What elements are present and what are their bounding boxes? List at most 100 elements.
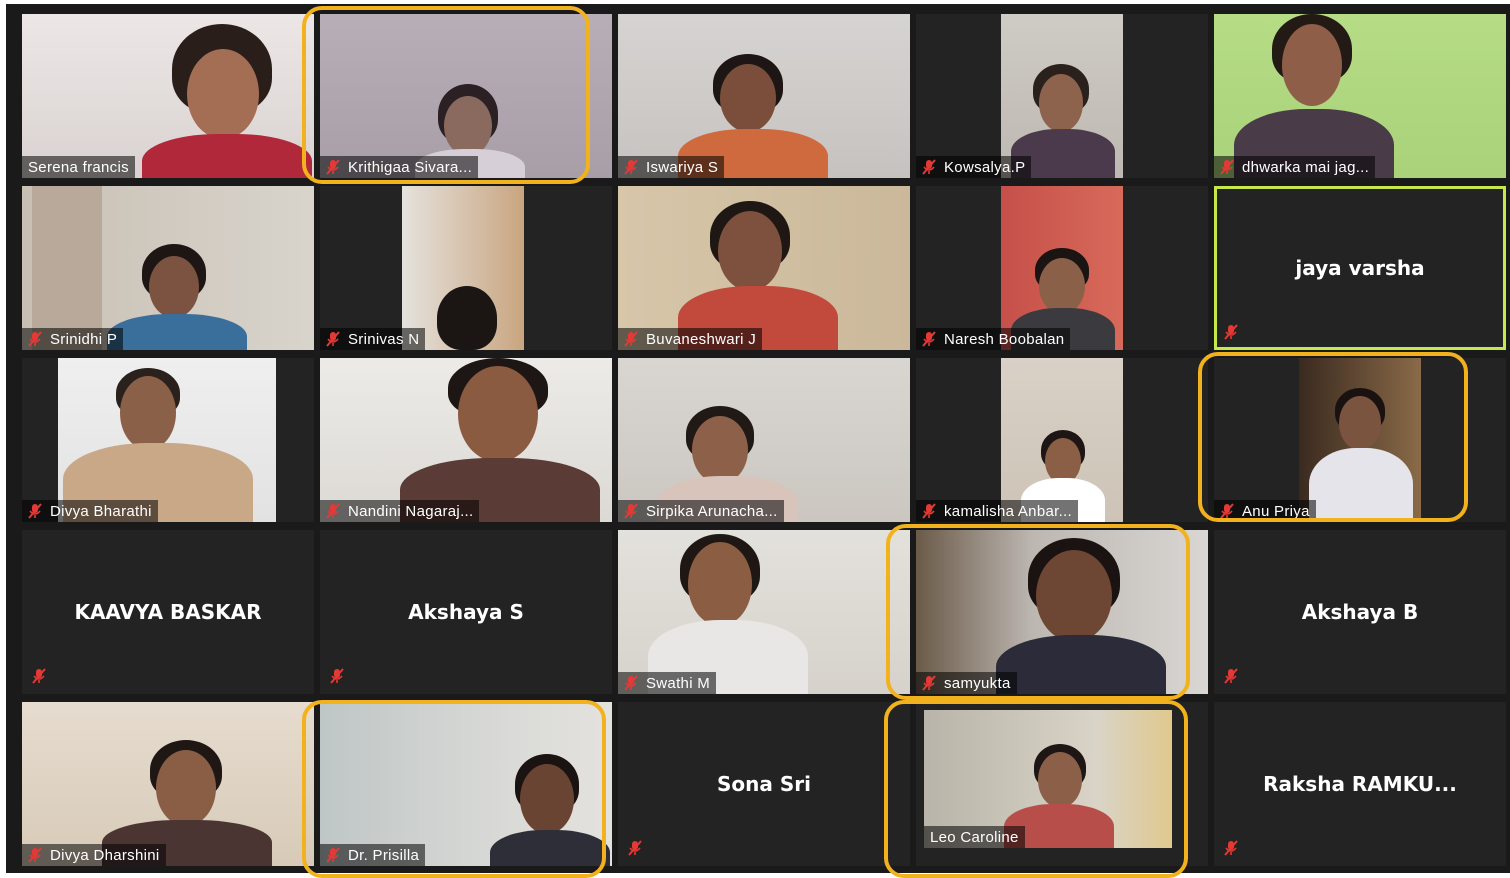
participant-tile[interactable]: kamalisha Anbar... [916, 358, 1208, 522]
participant-name: Iswariya S [646, 158, 719, 176]
participant-tile[interactable]: Swathi M [618, 530, 910, 694]
mic-muted-icon [326, 159, 340, 175]
participant-name: Divya Bharathi [50, 502, 152, 520]
participant-tile-active-speaker[interactable]: jaya varsha [1214, 186, 1506, 350]
mic-muted-icon [1224, 668, 1238, 684]
participant-name: Raksha RAMKU... [1263, 772, 1457, 796]
participant-name-bar: samyukta [916, 672, 1017, 694]
participant-tile[interactable]: Naresh Boobalan [916, 186, 1208, 350]
participant-name: samyukta [944, 674, 1011, 692]
participant-name-bar: kamalisha Anbar... [916, 500, 1078, 522]
participant-name: Srinidhi P [50, 330, 118, 348]
mic-muted-icon [922, 675, 936, 691]
mic-muted-icon [330, 668, 344, 684]
participant-name-bar: Sirpika Arunacha... [618, 500, 784, 522]
mic-muted-icon [1224, 324, 1238, 340]
participant-video [1299, 358, 1421, 522]
participant-name: Divya Dharshini [50, 846, 160, 864]
mic-muted-icon [628, 840, 642, 856]
participant-name: Buvaneshwari J [646, 330, 757, 348]
participant-tile[interactable]: Dr. Prisilla [320, 702, 612, 866]
participant-video [402, 186, 524, 350]
participant-video [1214, 14, 1506, 178]
participant-name: Krithigaa Sivara... [348, 158, 473, 176]
participant-name-bar: Serena francis [22, 156, 135, 178]
participant-name: Anu Priya [1242, 502, 1310, 520]
mic-muted-icon [624, 675, 638, 691]
participant-video [1001, 358, 1123, 522]
participant-video [916, 530, 1208, 694]
participant-video [22, 186, 314, 350]
participant-name-bar: Buvaneshwari J [618, 328, 763, 350]
participant-name: Srinivas N [348, 330, 420, 348]
participant-name-bar: Krithigaa Sivara... [320, 156, 479, 178]
mic-muted-icon [326, 503, 340, 519]
participant-name-bar: Leo Caroline [924, 826, 1025, 848]
participant-tile[interactable]: Leo Caroline [916, 702, 1208, 866]
mic-muted-icon [1224, 840, 1238, 856]
mic-muted-icon [922, 503, 936, 519]
participant-name-bar: Divya Dharshini [22, 844, 166, 866]
participant-tile[interactable]: Kowsalya.P [916, 14, 1208, 178]
mic-muted-icon [28, 331, 42, 347]
participant-name-bar: dhwarka mai jag... [1214, 156, 1376, 178]
participant-name: Akshaya S [408, 600, 524, 624]
participant-tile[interactable]: Raksha RAMKU... [1214, 702, 1506, 866]
participant-tile[interactable]: Sirpika Arunacha... [618, 358, 910, 522]
mic-muted-icon [28, 847, 42, 863]
participant-name: jaya varsha [1295, 256, 1425, 280]
participant-name: Swathi M [646, 674, 711, 692]
mic-muted-icon [32, 668, 46, 684]
participant-tile[interactable]: Iswariya S [618, 14, 910, 178]
participant-name: Akshaya B [1301, 600, 1419, 624]
mic-muted-icon [624, 159, 638, 175]
participant-name: Serena francis [28, 158, 129, 176]
mic-muted-icon [922, 159, 936, 175]
participant-name: KAAVYA BASKAR [74, 600, 262, 624]
participant-tile[interactable]: Nandini Nagaraj... [320, 358, 612, 522]
participant-tile[interactable]: KAAVYA BASKAR [22, 530, 314, 694]
participant-name-bar: Srinidhi P [22, 328, 124, 350]
participant-tile[interactable]: Serena francis [22, 14, 314, 178]
participant-tile[interactable]: Srinivas N [320, 186, 612, 350]
participant-video [320, 14, 612, 178]
mic-muted-icon [1220, 159, 1234, 175]
participant-name-bar: Anu Priya [1214, 500, 1316, 522]
participant-tile[interactable]: samyukta [916, 530, 1208, 694]
participant-tile[interactable]: Srinidhi P [22, 186, 314, 350]
participant-video [618, 358, 910, 522]
participant-name: Dr. Prisilla [348, 846, 420, 864]
participant-tile[interactable]: Divya Dharshini [22, 702, 314, 866]
participant-name: Nandini Nagaraj... [348, 502, 474, 520]
participant-tile[interactable]: Krithigaa Sivara... [320, 14, 612, 178]
mic-muted-icon [1220, 503, 1234, 519]
mic-muted-icon [624, 503, 638, 519]
participant-video [320, 358, 612, 522]
participant-name: Sona Sri [717, 772, 811, 796]
video-gallery: Serena francis Krithigaa Sivara... Iswar… [6, 4, 1510, 873]
participant-tile[interactable]: Akshaya S [320, 530, 612, 694]
participant-name-bar: Divya Bharathi [22, 500, 158, 522]
participant-video [320, 702, 612, 866]
participant-video [1001, 186, 1123, 350]
participant-tile[interactable]: Buvaneshwari J [618, 186, 910, 350]
participant-tile[interactable]: dhwarka mai jag... [1214, 14, 1506, 178]
participant-name-bar: Iswariya S [618, 156, 725, 178]
mic-muted-icon [326, 331, 340, 347]
participant-tile[interactable]: Divya Bharathi [22, 358, 314, 522]
participant-name: Leo Caroline [930, 828, 1019, 846]
participant-video [22, 702, 314, 866]
mic-muted-icon [624, 331, 638, 347]
participant-video [618, 186, 910, 350]
participant-name-bar: Srinivas N [320, 328, 426, 350]
mic-muted-icon [326, 847, 340, 863]
participant-tile[interactable]: Sona Sri [618, 702, 910, 866]
participant-name-bar: Dr. Prisilla [320, 844, 426, 866]
participant-tile[interactable]: Akshaya B [1214, 530, 1506, 694]
participant-tile[interactable]: Anu Priya [1214, 358, 1506, 522]
participant-name: Kowsalya.P [944, 158, 1026, 176]
mic-muted-icon [922, 331, 936, 347]
participant-name-bar: Nandini Nagaraj... [320, 500, 480, 522]
mic-muted-icon [28, 503, 42, 519]
participant-name: Sirpika Arunacha... [646, 502, 778, 520]
